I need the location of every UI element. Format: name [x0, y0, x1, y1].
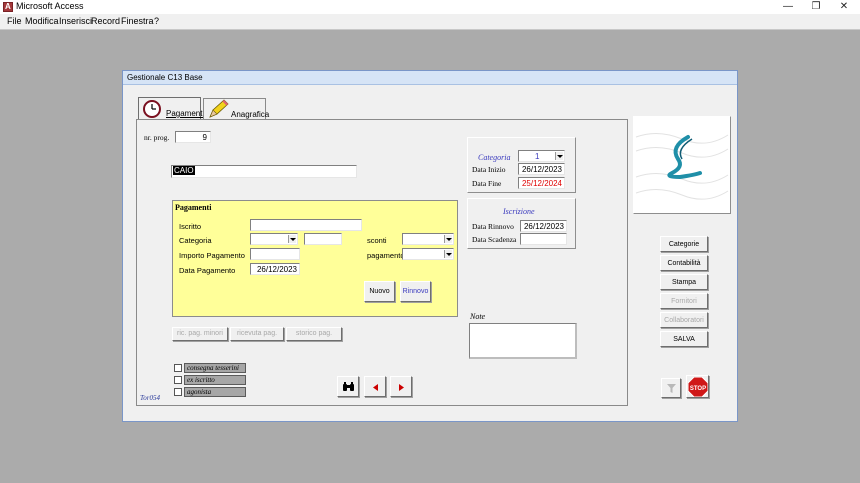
collaboratori-button[interactable]: Collaboratori: [660, 312, 708, 328]
storico-pag-button[interactable]: storico pag.: [286, 327, 342, 341]
logo-panel: [633, 116, 731, 214]
ex-iscritto-label: ex iscritto: [184, 375, 246, 385]
filter-button[interactable]: [661, 378, 681, 398]
menu-modifica[interactable]: Modifica: [25, 16, 59, 26]
stop-sign-icon: STOP: [688, 377, 708, 397]
iscrizione-box-title: Iscrizione: [503, 207, 535, 216]
data-inizio-field[interactable]: 26/12/2023: [518, 163, 565, 175]
footer-code: Tor054: [140, 394, 160, 402]
nr-prog-field[interactable]: 9: [175, 131, 211, 143]
categorie-button[interactable]: Categorie: [660, 236, 708, 252]
form-title: Gestionale C13 Base: [127, 73, 203, 82]
nr-prog-label: nr. prog.: [144, 133, 170, 142]
iscritto-field[interactable]: [250, 219, 362, 231]
note-label: Note: [470, 312, 486, 321]
importo-label: Importo Pagamento: [179, 251, 245, 260]
pagamento-combo[interactable]: [402, 248, 454, 260]
payments-title: Pagamenti: [175, 203, 212, 212]
consegna-tesserini-label: consegna tesserini: [184, 363, 246, 373]
caret-right-icon: [399, 384, 404, 391]
next-record-button[interactable]: [390, 376, 412, 397]
data-scadenza-field[interactable]: [520, 233, 567, 245]
data-rinnovo-field[interactable]: 26/12/2023: [520, 220, 567, 232]
chevron-down-icon[interactable]: [444, 250, 452, 258]
chevron-down-icon[interactable]: [555, 152, 563, 160]
consegna-tesserini-checkbox[interactable]: [174, 364, 182, 372]
previous-record-button[interactable]: [364, 376, 386, 397]
tab-anagrafica[interactable]: Anagrafica: [203, 98, 270, 120]
categoria-box: Categoria 1 Data Inizio 26/12/2023 Data …: [467, 137, 576, 193]
find-button[interactable]: [337, 376, 359, 397]
menu-finestra[interactable]: Finestra: [121, 16, 154, 26]
pencil-icon: [209, 99, 229, 118]
name-field[interactable]: CAIO: [171, 165, 357, 178]
contabilita-button[interactable]: Contabilità: [660, 255, 708, 271]
chevron-down-icon[interactable]: [444, 235, 452, 243]
categoria-extra-field[interactable]: [304, 233, 342, 245]
close-icon[interactable]: ✕: [830, 0, 858, 14]
app-title: Microsoft Access: [16, 1, 84, 11]
sconti-label: sconti: [367, 236, 387, 245]
access-app-icon: [3, 2, 13, 12]
stop-label: STOP: [690, 386, 706, 392]
tab-pagamenti[interactable]: Pagamenti: [138, 97, 205, 120]
fornitori-button[interactable]: Fornitori: [660, 293, 708, 309]
agonista-checkbox[interactable]: [174, 388, 182, 396]
data-rinnovo-label: Data Rinnovo: [472, 222, 514, 231]
restore-icon[interactable]: ❐: [802, 0, 830, 14]
data-scadenza-label: Data Scadenza: [472, 235, 517, 244]
funnel-icon: [667, 384, 676, 393]
stampa-button[interactable]: Stampa: [660, 274, 708, 290]
data-fine-field[interactable]: 25/12/2024: [518, 177, 565, 189]
iscritto-label: Iscritto: [179, 222, 202, 231]
clock-icon: [143, 100, 161, 118]
window-titlebar: Microsoft Access — ❐ ✕: [0, 0, 860, 14]
categoria-label: Categoria: [179, 236, 212, 245]
payments-panel: Pagamenti Iscritto Categoria sconti Impo…: [172, 200, 458, 317]
salva-button[interactable]: SALVA: [660, 331, 708, 347]
importo-field[interactable]: [250, 248, 300, 260]
form-body: Pagamenti Anagrafica nr. prog. 9 CAIO Pa…: [123, 86, 737, 422]
agonista-label: agonista: [184, 387, 246, 397]
menu-inserisci[interactable]: Inserisci: [59, 16, 92, 26]
categoria-box-title: Categoria: [478, 153, 511, 162]
swirl-logo-icon: [635, 133, 729, 200]
categoria-combo[interactable]: [250, 233, 298, 245]
rinnovo-button[interactable]: Rinnovo: [400, 281, 431, 302]
ric-pag-minori-button[interactable]: ric. pag. minori: [172, 327, 228, 341]
binoculars-icon: [343, 382, 354, 391]
menu-record[interactable]: Record: [91, 16, 120, 26]
ricevuta-pag-button[interactable]: ricevuta pag.: [230, 327, 284, 341]
form-caption-bar: Gestionale C13 Base: [123, 71, 737, 85]
data-fine-label: Data Fine: [472, 179, 502, 188]
tab-pane-pagamenti: nr. prog. 9 CAIO Pagamenti Iscritto Cate…: [136, 119, 628, 406]
menu-help[interactable]: ?: [154, 16, 159, 26]
chevron-down-icon[interactable]: [288, 235, 296, 243]
iscrizione-box: Iscrizione Data Rinnovo 26/12/2023 Data …: [467, 198, 576, 249]
stop-button[interactable]: STOP: [686, 375, 709, 398]
menu-file[interactable]: File: [7, 16, 22, 26]
ex-iscritto-checkbox[interactable]: [174, 376, 182, 384]
categoria-box-combo[interactable]: 1: [518, 150, 565, 162]
tab-anagrafica-label: Anagrafica: [231, 110, 270, 119]
tab-pagamenti-label: Pagamenti: [166, 109, 205, 118]
data-inizio-label: Data Inizio: [472, 165, 506, 174]
nuovo-button[interactable]: Nuovo: [364, 281, 395, 302]
minimize-icon[interactable]: —: [774, 0, 802, 14]
form-window: Gestionale C13 Base Pagamenti Anagrafica…: [122, 70, 738, 422]
data-pagamento-field[interactable]: 26/12/2023: [250, 263, 300, 275]
menu-bar: File Modifica Inserisci Record Finestra …: [0, 14, 860, 30]
data-pagamento-label: Data Pagamento: [179, 266, 236, 275]
pagamento-label: pagamento: [367, 251, 405, 260]
note-field[interactable]: [469, 323, 577, 359]
caret-left-icon: [373, 384, 378, 391]
sconti-combo[interactable]: [402, 233, 454, 245]
